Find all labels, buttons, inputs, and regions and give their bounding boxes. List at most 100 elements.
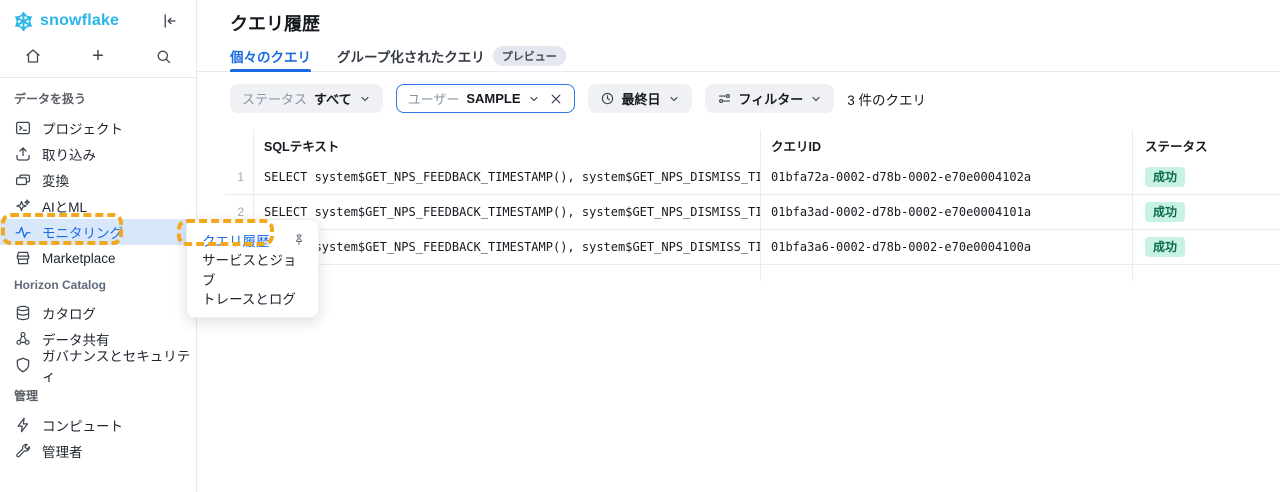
sidebar-item-admin[interactable]: 管理者 xyxy=(0,438,196,464)
status-cell: 成功 xyxy=(1132,195,1280,229)
section-label: Horizon Catalog xyxy=(0,278,196,292)
sliders-icon xyxy=(717,91,732,106)
sidebar-divider xyxy=(0,77,196,78)
sql-text-cell: SELECT system$GET_NPS_FEEDBACK_TIMESTAMP… xyxy=(253,160,760,194)
chevron-down-icon xyxy=(359,93,371,105)
sidebar-collapse-button[interactable] xyxy=(158,10,180,32)
sidebar-item-catalog[interactable]: カタログ xyxy=(0,300,196,326)
sidebar-section-data: データを扱う プロジェクト 取り込み 変換 xyxy=(0,90,196,271)
tab-grouped-queries[interactable]: グループ化されたクエリ プレビュー xyxy=(337,46,566,71)
section-label: 管理 xyxy=(0,387,196,404)
chip-value: すべて xyxy=(314,89,352,108)
sidebar-item-label: ガバナンスとセキュリティ xyxy=(42,345,196,385)
chevron-down-icon xyxy=(528,93,540,105)
chevron-down-icon xyxy=(810,93,822,105)
flyout-item-label: サービスとジョブ xyxy=(202,249,306,289)
chip-value: 最終日 xyxy=(622,89,661,108)
sidebar-item-governance-security[interactable]: ガバナンスとセキュリティ xyxy=(0,352,196,378)
search-button[interactable] xyxy=(150,43,176,69)
sidebar-item-label: AIとML xyxy=(42,196,87,216)
filter-bar: ステータス すべて ユーザー SAMPLE 最終日 フィルター 3 件のクエリ xyxy=(230,84,926,113)
tab-individual-queries[interactable]: 個々のクエリ xyxy=(230,46,311,71)
plus-icon: + xyxy=(92,46,104,66)
ingest-icon xyxy=(14,145,32,163)
tab-bar: 個々のクエリ グループ化されたクエリ プレビュー xyxy=(197,46,1280,72)
sidebar-item-ai-ml[interactable]: AIとML xyxy=(0,193,196,219)
column-header-status[interactable]: ステータス xyxy=(1132,130,1280,160)
logo-row: snowflake xyxy=(12,8,188,34)
sidebar-item-monitoring[interactable]: モニタリング xyxy=(0,219,196,245)
column-header-query-id[interactable]: クエリID xyxy=(760,130,1132,160)
status-filter-chip[interactable]: ステータス すべて xyxy=(230,84,383,113)
flyout-item-label: クエリ履歴 xyxy=(202,230,270,250)
sidebar-section-horizon: Horizon Catalog カタログ データ共有 ガバナンスとセキュリティ xyxy=(0,278,196,378)
chip-value: フィルター xyxy=(739,89,804,108)
page-title: クエリ履歴 xyxy=(230,10,320,36)
table-row[interactable]: 1 SELECT system$GET_NPS_FEEDBACK_TIMESTA… xyxy=(225,160,1280,195)
sidebar-quick-actions: + xyxy=(0,42,196,70)
sidebar-item-compute[interactable]: コンピュート xyxy=(0,412,196,438)
ai-ml-icon xyxy=(14,197,32,215)
pin-icon[interactable] xyxy=(292,233,306,247)
table-row[interactable]: 3 SELECT system$GET_NPS_FEEDBACK_TIMESTA… xyxy=(225,230,1280,265)
status-cell: 成功 xyxy=(1132,230,1280,264)
sidebar: snowflake + xyxy=(0,0,197,492)
monitoring-flyout-menu: クエリ履歴 サービスとジョブ トレースとログ xyxy=(186,219,319,318)
query-history-table: SQLテキスト クエリID ステータス 1 SELECT system$GET_… xyxy=(225,130,1280,281)
flyout-item-label: トレースとログ xyxy=(202,288,296,308)
sql-text-cell: SELECT system$GET_NPS_FEEDBACK_TIMESTAMP… xyxy=(253,230,760,264)
table-row[interactable]: 2 SELECT system$GET_NPS_FEEDBACK_TIMESTA… xyxy=(225,195,1280,230)
user-filter-chip[interactable]: ユーザー SAMPLE xyxy=(396,84,575,113)
sidebar-item-label: 変換 xyxy=(42,170,69,190)
home-icon xyxy=(24,47,42,65)
status-badge: 成功 xyxy=(1145,167,1185,186)
sidebar-item-projects[interactable]: プロジェクト xyxy=(0,115,196,141)
logo-wordmark: snowflake xyxy=(40,12,119,30)
app-window: snowflake + xyxy=(0,0,1280,492)
data-sharing-icon xyxy=(14,330,32,348)
section-label: データを扱う xyxy=(0,90,196,107)
flyout-item-services-jobs[interactable]: サービスとジョブ xyxy=(187,254,318,283)
clock-icon xyxy=(600,91,615,106)
shield-icon xyxy=(14,356,32,374)
sidebar-item-marketplace[interactable]: Marketplace xyxy=(0,245,196,271)
sidebar-item-label: コンピュート xyxy=(42,415,123,435)
sidebar-item-label: Marketplace xyxy=(42,251,116,266)
status-badge: 成功 xyxy=(1145,202,1185,221)
date-filter-chip[interactable]: 最終日 xyxy=(588,84,692,113)
table-empty-tail xyxy=(225,265,1280,281)
query-id-cell: 01bfa3ad-0002-d78b-0002-e70e0004101a xyxy=(760,195,1132,229)
clear-user-filter-icon[interactable] xyxy=(549,92,563,106)
projects-icon xyxy=(14,119,32,137)
sidebar-item-transformation[interactable]: 変換 xyxy=(0,167,196,193)
main-content: クエリ履歴 個々のクエリ グループ化されたクエリ プレビュー ステータス すべて… xyxy=(197,0,1280,492)
monitoring-icon xyxy=(14,223,32,241)
sidebar-item-ingestion[interactable]: 取り込み xyxy=(0,141,196,167)
marketplace-icon xyxy=(14,249,32,267)
query-id-cell: 01bfa3a6-0002-d78b-0002-e70e0004100a xyxy=(760,230,1132,264)
catalog-icon xyxy=(14,304,32,322)
transform-icon xyxy=(14,171,32,189)
sidebar-section-admin: 管理 コンピュート 管理者 xyxy=(0,387,196,464)
home-button[interactable] xyxy=(20,43,46,69)
chip-label: ステータス xyxy=(242,89,307,108)
tab-label: グループ化されたクエリ xyxy=(337,46,485,66)
column-header-sql[interactable]: SQLテキスト xyxy=(253,130,760,160)
preview-badge: プレビュー xyxy=(493,46,566,66)
snowflake-logo-icon xyxy=(12,10,35,33)
lightning-icon xyxy=(14,416,32,434)
sidebar-item-label: モニタリング xyxy=(42,222,123,242)
chip-value: SAMPLE xyxy=(466,91,520,106)
create-new-button[interactable]: + xyxy=(85,43,111,69)
row-number-header xyxy=(225,130,253,160)
query-id-cell: 01bfa72a-0002-d78b-0002-e70e0004102a xyxy=(760,160,1132,194)
sql-text-cell: SELECT system$GET_NPS_FEEDBACK_TIMESTAMP… xyxy=(253,195,760,229)
sidebar-item-label: 取り込み xyxy=(42,144,96,164)
table-header-row: SQLテキスト クエリID ステータス xyxy=(225,130,1280,160)
sidebar-item-label: プロジェクト xyxy=(42,118,123,138)
status-cell: 成功 xyxy=(1132,160,1280,194)
query-count-label: 3 件のクエリ xyxy=(847,89,926,109)
active-tab-underline xyxy=(230,69,311,72)
wrench-icon xyxy=(14,442,32,460)
more-filters-chip[interactable]: フィルター xyxy=(705,84,835,113)
